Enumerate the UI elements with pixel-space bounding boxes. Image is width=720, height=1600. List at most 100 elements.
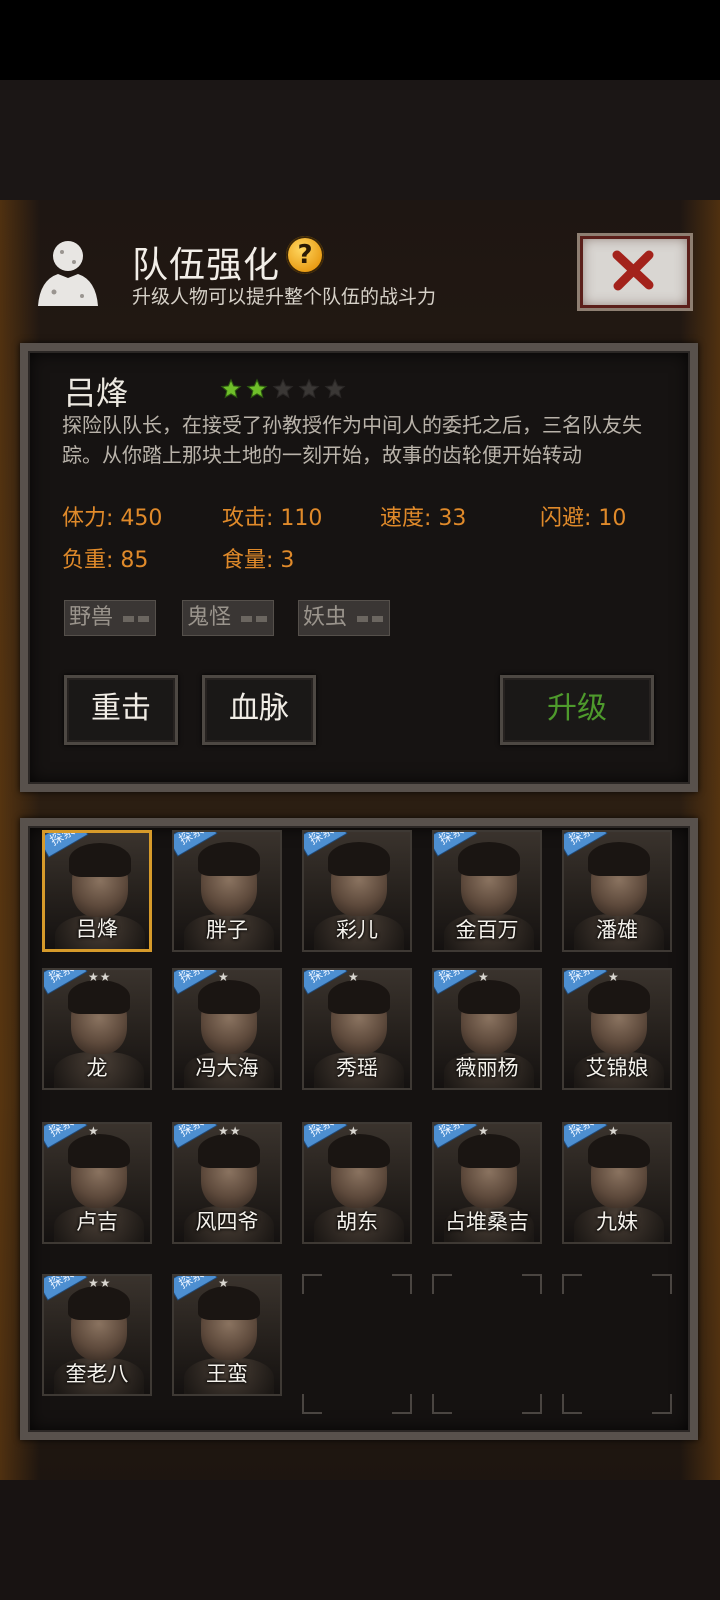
portrait-hair xyxy=(69,843,131,877)
roster-slot[interactable]: 探索 胖子 xyxy=(172,830,282,952)
slot-corner xyxy=(652,1394,672,1414)
empty-roster-slot xyxy=(562,1274,672,1414)
portrait-hair xyxy=(198,1134,260,1168)
slot-stars: ★ xyxy=(348,970,360,984)
roster-slot[interactable]: 探索 ★★ 风四爷 xyxy=(172,1122,282,1244)
roster-slot[interactable]: 探索 金百万 xyxy=(432,830,542,952)
stat-speed: 速度: 33 xyxy=(380,506,467,531)
slot-corner xyxy=(432,1394,452,1414)
slot-stars: ★ xyxy=(478,1124,490,1138)
roster-slot[interactable]: 探索 ★ 占堆桑吉 xyxy=(432,1122,542,1244)
character-slot-name: 占堆桑吉 xyxy=(445,1210,529,1234)
slot-stars: ★ xyxy=(608,970,620,984)
portrait-hair xyxy=(328,1134,390,1168)
portrait-hair xyxy=(588,842,650,876)
slot-stars: ★ xyxy=(348,1124,360,1138)
slot-corner xyxy=(652,1274,672,1294)
slot-corner xyxy=(522,1394,542,1414)
stat-dodge: 闪避: 10 xyxy=(540,506,627,531)
roster-slot[interactable]: 探索 ★★ 龙 xyxy=(42,968,152,1090)
roster-slot[interactable]: 探索 潘雄 xyxy=(562,830,672,952)
roster-slot[interactable]: 探索 ★ 薇丽杨 xyxy=(432,968,542,1090)
slot-stars: ★★ xyxy=(218,1124,242,1138)
stat-food: 食量: 3 xyxy=(222,548,295,573)
slot-corner xyxy=(562,1394,582,1414)
portrait-hair xyxy=(328,980,390,1014)
slot-stars: ★ xyxy=(608,1124,620,1138)
slot-corner xyxy=(392,1394,412,1414)
roster-slot[interactable]: 探索 ★ 九妹 xyxy=(562,1122,672,1244)
slot-stars: ★★ xyxy=(88,1276,112,1290)
page-title: 队伍强化 xyxy=(132,245,281,286)
character-slot-name: 卢吉 xyxy=(76,1210,118,1234)
slot-corner xyxy=(392,1274,412,1294)
slot-corner xyxy=(522,1274,542,1294)
tag-ghost: 鬼怪 xyxy=(182,600,274,636)
character-slot-name: 彩儿 xyxy=(336,918,378,942)
stat-load: 负重: 85 xyxy=(62,548,149,573)
portrait-hair xyxy=(198,980,260,1014)
help-icon[interactable]: ? xyxy=(286,236,324,274)
heavy-strike-button[interactable]: 重击 xyxy=(64,675,178,745)
star-empty-icon xyxy=(272,378,294,399)
tag-insect: 妖虫 xyxy=(298,600,390,636)
status-bar xyxy=(0,0,720,80)
portrait-hair xyxy=(458,980,520,1014)
portrait-hair xyxy=(458,842,520,876)
empty-roster-slot xyxy=(432,1274,542,1414)
close-icon xyxy=(612,250,654,291)
character-slot-name: 冯大海 xyxy=(195,1056,259,1080)
character-name: 吕烽 xyxy=(64,374,129,412)
character-slot-name: 艾锦娘 xyxy=(585,1056,649,1080)
star-empty-icon xyxy=(324,378,346,399)
close-button[interactable] xyxy=(577,233,693,311)
roster-slot[interactable]: 探索 ★ 卢吉 xyxy=(42,1122,152,1244)
portrait-hair xyxy=(588,980,650,1014)
slot-corner xyxy=(562,1274,582,1294)
portrait-hair xyxy=(328,842,390,876)
character-slot-name: 胡东 xyxy=(336,1210,378,1234)
upgrade-button[interactable]: 升级 xyxy=(500,675,654,745)
roster-slot[interactable]: 探索 ★ 王蛮 xyxy=(172,1274,282,1396)
portrait-hair xyxy=(68,980,130,1014)
character-slot-name: 吕烽 xyxy=(76,917,118,941)
slot-corner xyxy=(302,1274,322,1294)
portrait-hair xyxy=(68,1134,130,1168)
roster-slot[interactable]: 探索 ★ 艾锦娘 xyxy=(562,968,672,1090)
slot-stars: ★★ xyxy=(88,970,112,984)
star-filled-icon xyxy=(246,378,268,399)
slot-stars: ★ xyxy=(218,1276,230,1290)
portrait-hair xyxy=(588,1134,650,1168)
character-slot-name: 龙 xyxy=(86,1056,108,1080)
portrait-hair xyxy=(68,1286,130,1320)
tag-beast: 野兽 xyxy=(64,600,156,636)
bottom-bar xyxy=(0,1480,720,1600)
character-slot-name: 王蛮 xyxy=(206,1362,248,1386)
empty-roster-slot xyxy=(302,1274,412,1414)
character-slot-name: 潘雄 xyxy=(596,918,638,942)
slot-corner xyxy=(432,1274,452,1294)
stat-attack: 攻击: 110 xyxy=(222,506,323,531)
bloodline-button[interactable]: 血脉 xyxy=(202,675,316,745)
character-silhouette-icon xyxy=(38,241,98,306)
slot-stars: ★ xyxy=(88,1124,100,1138)
roster-slot[interactable]: 探索 ★ 胡东 xyxy=(302,1122,412,1244)
portrait-hair xyxy=(458,1134,520,1168)
star-filled-icon xyxy=(220,378,242,399)
character-description: 探险队队长，在接受了孙教授作为中间人的委托之后，三名队友失踪。从你踏上那块土地的… xyxy=(62,413,642,467)
star-empty-icon xyxy=(298,378,320,399)
character-slot-name: 风四爷 xyxy=(195,1210,259,1234)
page-subtitle: 升级人物可以提升整个队伍的战斗力 xyxy=(132,286,437,308)
roster-slot[interactable]: 探索 彩儿 xyxy=(302,830,412,952)
character-slot-name: 奎老八 xyxy=(65,1362,129,1386)
roster-slot[interactable]: 探索 ★★ 奎老八 xyxy=(42,1274,152,1396)
portrait-hair xyxy=(198,842,260,876)
portrait-hair xyxy=(198,1286,260,1320)
roster-slot[interactable]: 探索 吕烽 xyxy=(42,830,152,952)
roster-slot[interactable]: 探索 ★ 冯大海 xyxy=(172,968,282,1090)
slot-stars: ★ xyxy=(218,970,230,984)
slot-stars: ★ xyxy=(478,970,490,984)
character-slot-name: 薇丽杨 xyxy=(455,1056,519,1080)
roster-slot[interactable]: 探索 ★ 秀瑶 xyxy=(302,968,412,1090)
character-slot-name: 九妹 xyxy=(596,1210,638,1234)
